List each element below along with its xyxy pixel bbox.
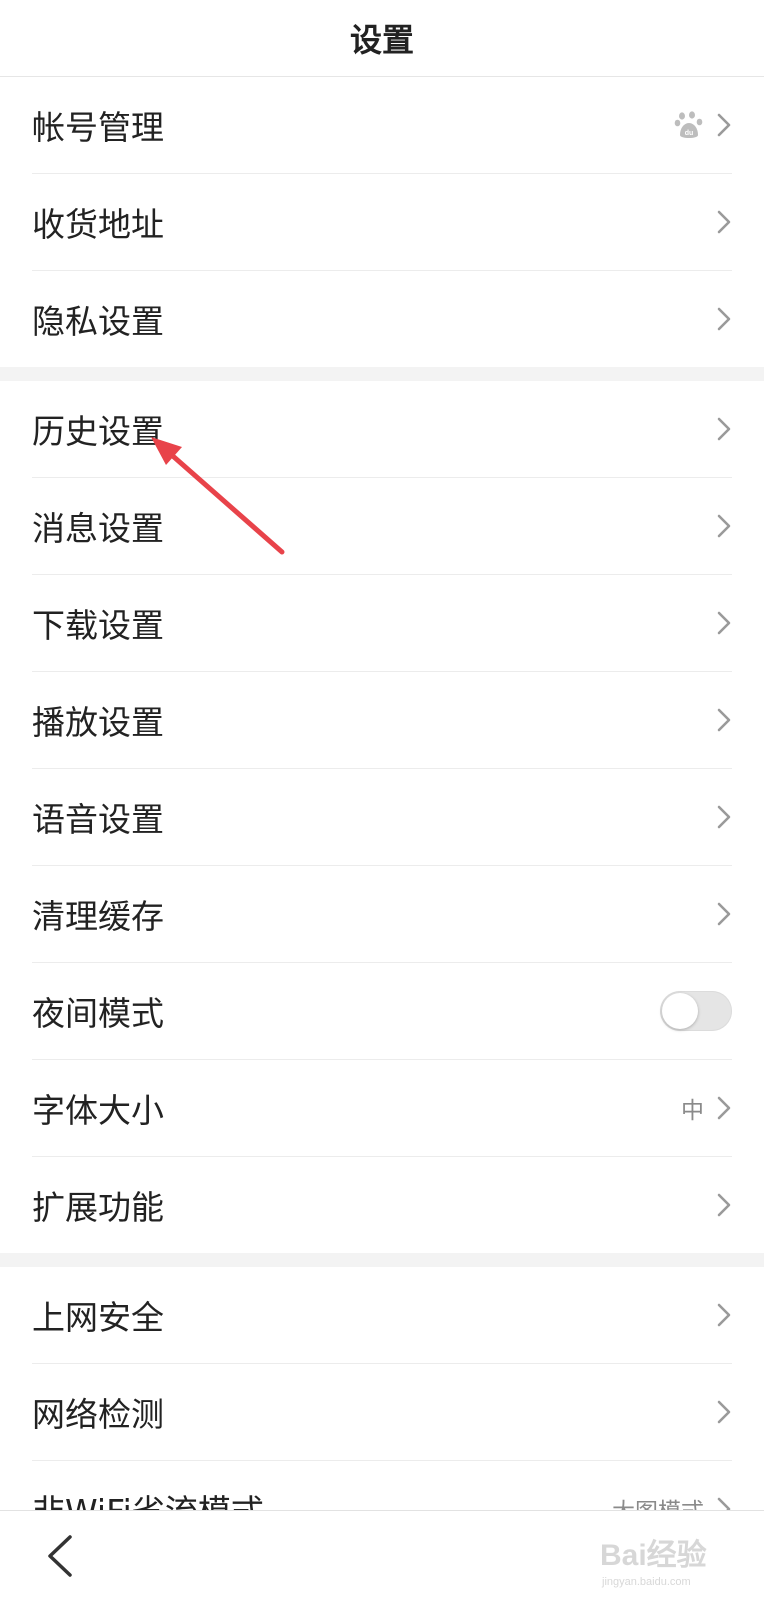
chevron-right-icon [717, 1193, 731, 1217]
settings-item-label: 夜间模式 [32, 994, 164, 1033]
settings-group-account: 帐号管理 du 收货地址 隐私设置 [0, 77, 764, 367]
settings-item-font-size[interactable]: 字体大小 中 [32, 1060, 732, 1157]
settings-item-label: 隐私设置 [32, 302, 164, 341]
settings-item-label: 语音设置 [32, 800, 164, 839]
settings-item-label: 播放设置 [32, 703, 164, 742]
settings-item-voice[interactable]: 语音设置 [32, 769, 732, 866]
page-title: 设置 [349, 21, 414, 59]
chevron-right-icon [717, 1400, 731, 1424]
chevron-right-icon [717, 307, 731, 331]
chevron-right-icon [717, 611, 731, 635]
chevron-right-icon [717, 514, 731, 538]
settings-item-label: 帐号管理 [32, 108, 164, 147]
group-divider [0, 367, 764, 381]
settings-item-privacy[interactable]: 隐私设置 [32, 271, 732, 367]
settings-item-network-check[interactable]: 网络检测 [32, 1364, 732, 1461]
settings-item-clear-cache[interactable]: 清理缓存 [32, 866, 732, 963]
chevron-right-icon [717, 113, 731, 137]
settings-group-general: 历史设置 消息设置 下载设置 播放设置 语音设置 清理缓存 夜间模式 字体大小 … [0, 381, 764, 1253]
baidu-jingyan-watermark: Bai经验 jingyan.baidu.com [596, 1523, 746, 1593]
night-mode-toggle[interactable] [660, 991, 732, 1031]
settings-item-data-saver[interactable]: 非WiFi省流模式 大图模式 [32, 1461, 732, 1510]
data-saver-value: 大图模式 [612, 1492, 704, 1510]
toggle-knob [662, 993, 698, 1029]
font-size-value: 中 [681, 1098, 704, 1124]
settings-item-label: 非WiFi省流模式 [32, 1485, 612, 1510]
settings-item-label: 扩展功能 [32, 1188, 164, 1227]
settings-item-label: 清理缓存 [32, 897, 164, 936]
settings-item-extensions[interactable]: 扩展功能 [32, 1157, 732, 1253]
settings-item-label: 历史设置 [32, 412, 164, 451]
watermark-text: Bai经验 [600, 1538, 707, 1572]
watermark-logo: Bai经验 jingyan.baidu.com [600, 1538, 707, 1588]
settings-group-network: 上网安全 网络检测 非WiFi省流模式 大图模式 [0, 1267, 764, 1510]
chevron-right-icon [717, 1096, 731, 1120]
group-divider [0, 1253, 764, 1267]
title-bar: 设置 [0, 0, 764, 77]
settings-item-label: 下载设置 [32, 606, 164, 645]
chevron-left-icon[interactable] [44, 1533, 76, 1579]
chevron-right-icon [717, 1497, 731, 1510]
settings-item-night-mode: 夜间模式 [32, 963, 732, 1060]
settings-item-label: 字体大小 [32, 1091, 164, 1130]
settings-item-shipping-address[interactable]: 收货地址 [32, 174, 732, 271]
bottom-toolbar: Bai经验 jingyan.baidu.com [0, 1510, 764, 1601]
settings-item-label: 上网安全 [32, 1298, 164, 1337]
settings-item-account-management[interactable]: 帐号管理 du [32, 77, 732, 174]
settings-item-web-security[interactable]: 上网安全 [32, 1267, 732, 1364]
svg-text:du: du [685, 130, 694, 137]
settings-list: 帐号管理 du 收货地址 隐私设置 历史设置 消息设置 下载设置 播放设置 语音… [0, 77, 764, 1510]
chevron-right-icon [717, 417, 731, 441]
watermark-subtext: jingyan.baidu.com [601, 1576, 691, 1588]
settings-item-history[interactable]: 历史设置 [32, 381, 732, 478]
baidu-paw-icon: du [674, 111, 703, 138]
settings-item-label: 消息设置 [32, 509, 164, 548]
chevron-right-icon [717, 1303, 731, 1327]
settings-item-playback[interactable]: 播放设置 [32, 672, 732, 769]
settings-item-label: 收货地址 [32, 205, 164, 244]
settings-item-messages[interactable]: 消息设置 [32, 478, 732, 575]
settings-item-label: 网络检测 [32, 1395, 164, 1434]
chevron-right-icon [717, 708, 731, 732]
settings-item-download[interactable]: 下载设置 [32, 575, 732, 672]
chevron-right-icon [717, 902, 731, 926]
chevron-right-icon [717, 210, 731, 234]
chevron-right-icon [717, 805, 731, 829]
